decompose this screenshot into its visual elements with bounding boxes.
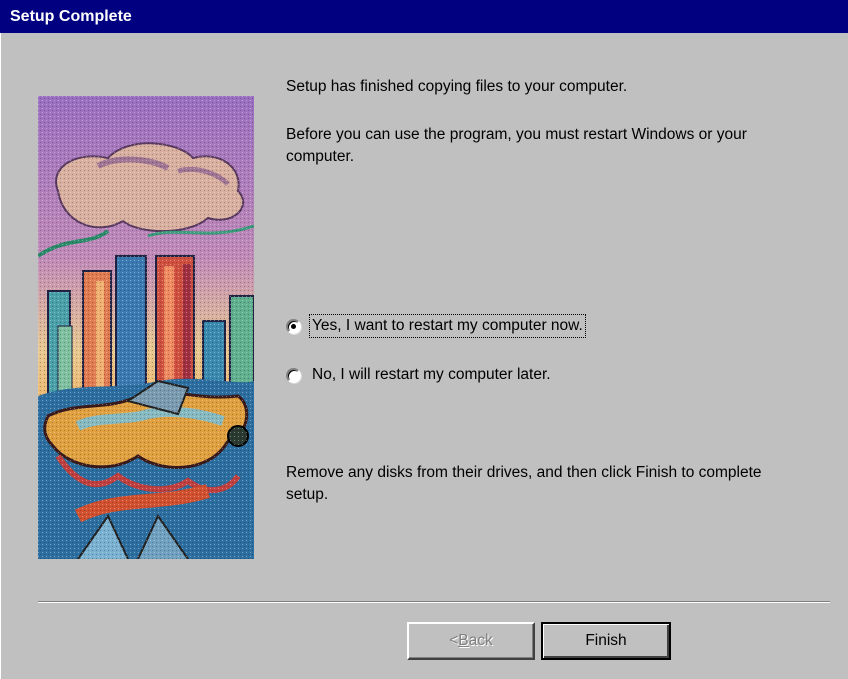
window-title: Setup Complete bbox=[10, 8, 132, 25]
title-bar: Setup Complete bbox=[0, 0, 848, 33]
city-skyline-artwork-icon bbox=[38, 96, 254, 559]
city-skyline-artwork-image bbox=[38, 96, 254, 559]
radio-selected-dot-icon bbox=[291, 323, 296, 329]
window-left-edge bbox=[0, 33, 10, 679]
restart-later-radio[interactable] bbox=[286, 367, 301, 383]
setup-complete-dialog: Setup Complete Setup has finished copyin… bbox=[0, 0, 848, 679]
restart-required-message: Before you can use the program, you must… bbox=[286, 126, 747, 165]
finish-button[interactable]: Finish bbox=[541, 622, 671, 660]
restart-now-label[interactable]: Yes, I want to restart my computer now. bbox=[309, 314, 586, 338]
setup-finished-message: Setup has finished copying files to your… bbox=[286, 78, 628, 95]
restart-now-radio[interactable] bbox=[286, 318, 301, 334]
restart-later-option[interactable]: No, I will restart my computer later. bbox=[286, 363, 552, 387]
button-separator bbox=[38, 601, 830, 603]
restart-later-label[interactable]: No, I will restart my computer later. bbox=[311, 365, 552, 385]
back-button[interactable]: < Back bbox=[407, 622, 535, 660]
restart-now-option[interactable]: Yes, I want to restart my computer now. bbox=[286, 314, 586, 338]
remove-disks-message: Remove any disks from their drives, and … bbox=[286, 464, 762, 503]
